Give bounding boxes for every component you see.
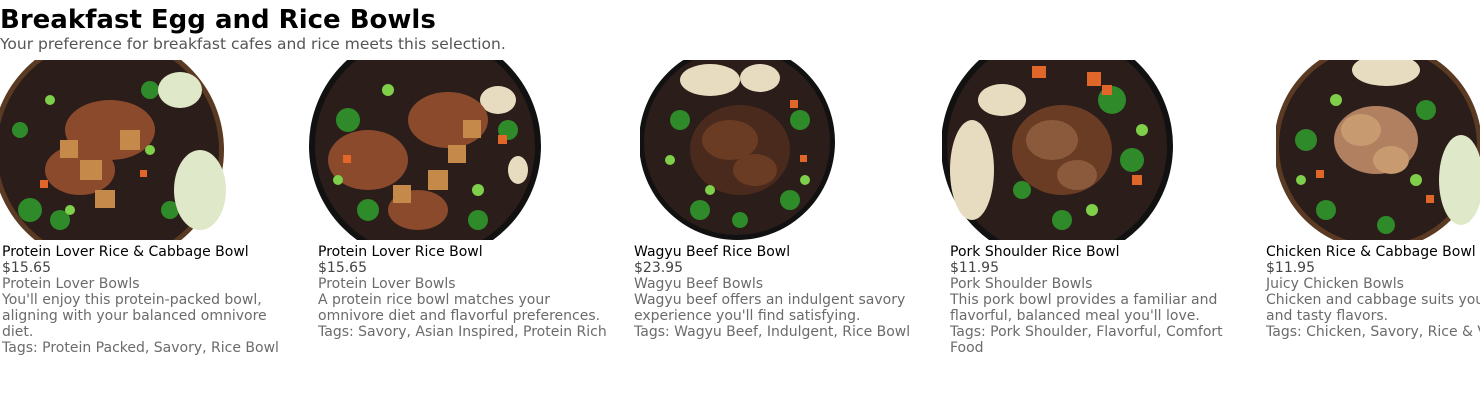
- product-description: Wagyu beef offers an indulgent savory ex…: [634, 292, 906, 324]
- product-tags: Tags: Chicken, Savory, Rice & Veggies: [1266, 324, 1480, 340]
- product-price: $15.65: [2, 260, 51, 276]
- rice-cabbage-bowl-photo-icon[interactable]: [0, 60, 232, 240]
- product-row: Protein Lover Rice & Cabbage Bowl $15.65…: [0, 60, 1480, 400]
- product-description: A protein rice bowl matches your omnivor…: [318, 292, 601, 324]
- product-info: Chicken Rice & Cabbage Bowl $11.95 Juicy…: [1266, 244, 1480, 340]
- product-tags: Tags: Protein Packed, Savory, Rice Bowl: [2, 340, 279, 356]
- product-name[interactable]: Protein Lover Rice Bowl: [318, 244, 618, 260]
- product-price: $15.65: [318, 260, 367, 276]
- product-name[interactable]: Pork Shoulder Rice Bowl: [950, 244, 1250, 260]
- product-name[interactable]: Chicken Rice & Cabbage Bowl: [1266, 244, 1480, 260]
- product-info: Protein Lover Rice & Cabbage Bowl $15.65…: [2, 244, 302, 356]
- product-tags: Tags: Savory, Asian Inspired, Protein Ri…: [318, 324, 607, 340]
- product-tags: Tags: Wagyu Beef, Indulgent, Rice Bowl: [634, 324, 911, 340]
- product-price: $23.95: [634, 260, 683, 276]
- product-category: Pork Shoulder Bowls: [950, 276, 1093, 292]
- product-price: $11.95: [950, 260, 999, 276]
- product-price: $11.95: [1266, 260, 1315, 276]
- product-category: Juicy Chicken Bowls: [1266, 276, 1404, 292]
- chicken-cabbage-bowl-photo-icon[interactable]: [1276, 60, 1480, 240]
- product-name[interactable]: Wagyu Beef Rice Bowl: [634, 244, 934, 260]
- wagyu-bowl-photo-icon[interactable]: [640, 60, 840, 240]
- product-category: Protein Lover Bowls: [2, 276, 140, 292]
- product-name[interactable]: Protein Lover Rice & Cabbage Bowl: [2, 244, 302, 260]
- page-subtitle: Your preference for breakfast cafes and …: [0, 35, 506, 53]
- product-info: Protein Lover Rice Bowl $15.65 Protein L…: [318, 244, 618, 340]
- product-description: Chicken and cabbage suits your classic a…: [1266, 292, 1480, 324]
- product-category: Protein Lover Bowls: [318, 276, 456, 292]
- rice-bowl-photo-icon[interactable]: [308, 60, 544, 240]
- product-description: You'll enjoy this protein-packed bowl, a…: [2, 292, 267, 340]
- page-title: Breakfast Egg and Rice Bowls: [0, 5, 436, 35]
- product-category: Wagyu Beef Bowls: [634, 276, 764, 292]
- product-info: Pork Shoulder Rice Bowl $11.95 Pork Shou…: [950, 244, 1250, 356]
- product-tags: Tags: Pork Shoulder, Flavorful, Comfort …: [950, 324, 1223, 356]
- pork-bowl-photo-icon[interactable]: [942, 60, 1176, 240]
- product-description: This pork bowl provides a familiar and f…: [950, 292, 1218, 324]
- product-info: Wagyu Beef Rice Bowl $23.95 Wagyu Beef B…: [634, 244, 934, 340]
